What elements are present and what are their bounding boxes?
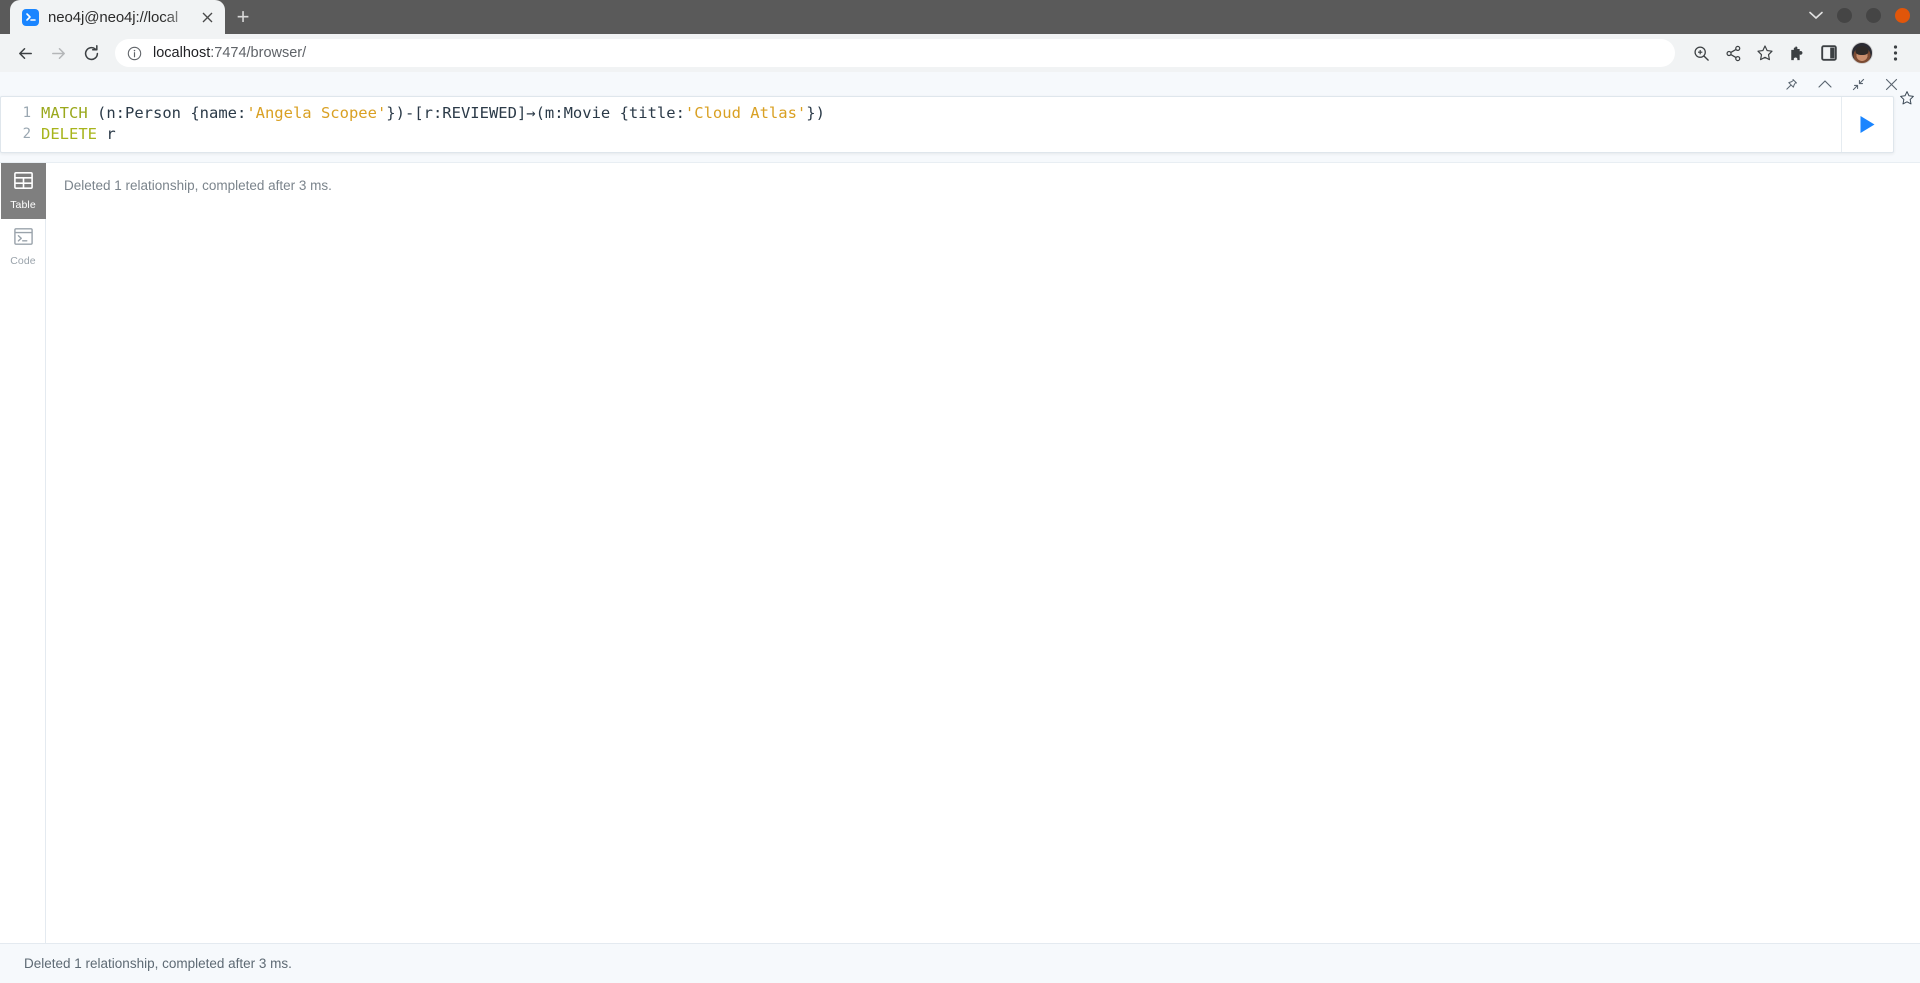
query-editor-region: 1 MATCH (n:Person {name:'Angela Scopee'}…: [0, 72, 1920, 153]
sidebar-item-label: Code: [10, 254, 36, 267]
terminal-icon: [22, 8, 39, 26]
line-number: 1: [22, 105, 31, 121]
star-outline-icon: [1899, 90, 1915, 111]
result-view-sidebar: Table Code: [0, 163, 46, 943]
cypher-text: })-[r:REVIEWED]→(m:Movie {title:: [386, 104, 685, 122]
back-arrow-icon[interactable]: [10, 38, 40, 68]
maximize-button[interactable]: [1866, 8, 1881, 23]
close-window-button[interactable]: [1895, 8, 1910, 23]
extensions-puzzle-icon[interactable]: [1782, 38, 1812, 68]
code-terminal-icon: [13, 227, 33, 250]
window-controls: [1809, 8, 1910, 23]
cypher-string: 'Cloud Atlas': [684, 104, 807, 122]
status-bar: Deleted 1 relationship, completed after …: [0, 943, 1920, 983]
new-tab-button[interactable]: +: [225, 2, 261, 32]
chevron-up-icon[interactable]: [1818, 79, 1832, 89]
neo4j-browser-app: 1 MATCH (n:Person {name:'Angela Scopee'}…: [0, 72, 1920, 983]
code-line-1: 1 MATCH (n:Person {name:'Angela Scopee'}…: [1, 103, 1841, 124]
tabstrip: neo4j@neo4j://local +: [0, 0, 261, 34]
sidebar-item-label: Table: [10, 198, 36, 211]
run-query-button[interactable]: [1841, 97, 1893, 152]
share-icon[interactable]: [1718, 38, 1748, 68]
editor-toolbar: [0, 72, 1920, 96]
result-frame: Table Code Deleted 1 relationship, compl…: [0, 162, 1920, 943]
browser-toolbar: localhost:7474/browser/: [0, 34, 1920, 72]
favorite-query-button[interactable]: [1893, 90, 1920, 111]
url-host: localhost: [153, 45, 211, 61]
result-message: Deleted 1 relationship, completed after …: [64, 178, 332, 193]
code-area[interactable]: 1 MATCH (n:Person {name:'Angela Scopee'}…: [1, 97, 1841, 152]
bookmark-star-icon[interactable]: [1750, 38, 1780, 68]
code-line-2-content: DELETE r: [41, 124, 116, 145]
toolbar-right-group: [1686, 38, 1910, 68]
cypher-text: }): [806, 104, 825, 122]
sidebar-item-table[interactable]: Table: [0, 163, 46, 219]
cypher-text: (n:Person {name:: [87, 104, 247, 122]
query-editor[interactable]: 1 MATCH (n:Person {name:'Angela Scopee'}…: [0, 96, 1894, 153]
play-icon: [1859, 115, 1876, 134]
status-bar-message: Deleted 1 relationship, completed after …: [24, 956, 292, 971]
minimize-button[interactable]: [1837, 8, 1852, 23]
code-line-2: 2 DELETE r: [1, 124, 1841, 145]
contract-icon[interactable]: [1852, 78, 1865, 91]
tab-title: neo4j@neo4j://local: [48, 8, 179, 26]
side-panel-icon[interactable]: [1814, 38, 1844, 68]
sidebar-item-code[interactable]: Code: [0, 219, 46, 275]
chevron-down-icon[interactable]: [1809, 9, 1823, 22]
line-number: 2: [22, 126, 31, 142]
cypher-text: r: [97, 125, 116, 143]
close-icon[interactable]: [1885, 78, 1898, 91]
forward-arrow-icon[interactable]: [43, 38, 73, 68]
result-body: Deleted 1 relationship, completed after …: [46, 163, 1920, 943]
cypher-keyword: DELETE: [41, 125, 97, 143]
frame-left-edge: [0, 163, 1, 943]
address-bar[interactable]: localhost:7474/browser/: [115, 39, 1675, 67]
cypher-keyword: MATCH: [41, 104, 88, 122]
address-bar-text: localhost:7474/browser/: [153, 45, 306, 61]
pin-icon[interactable]: [1785, 78, 1798, 91]
url-path: :7474/browser/: [210, 45, 307, 61]
browser-titlebar: neo4j@neo4j://local +: [0, 0, 1920, 34]
table-icon: [13, 171, 33, 194]
cypher-string: 'Angela Scopee': [246, 104, 387, 122]
zoom-in-icon[interactable]: [1686, 38, 1716, 68]
code-line-1-content: MATCH (n:Person {name:'Angela Scopee'})-…: [41, 103, 825, 124]
reload-icon[interactable]: [76, 38, 106, 68]
more-menu-icon[interactable]: [1880, 38, 1910, 68]
info-circle-icon[interactable]: [127, 46, 142, 61]
profile-avatar[interactable]: [1851, 42, 1873, 64]
close-icon[interactable]: [197, 7, 217, 27]
browser-tab[interactable]: neo4j@neo4j://local: [10, 0, 225, 34]
